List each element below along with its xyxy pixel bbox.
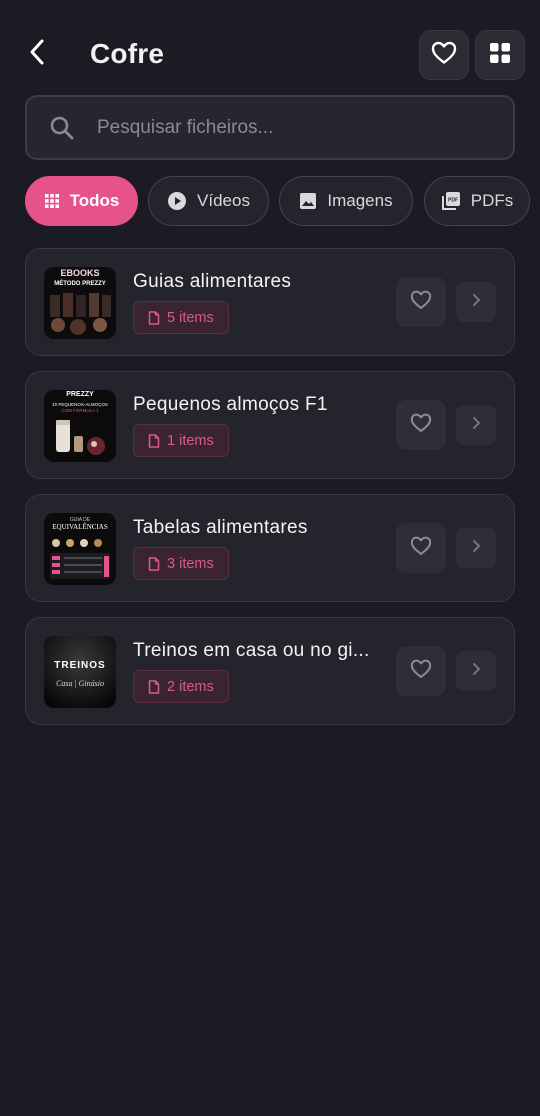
- thumb-text: EQUIVALÊNCIAS: [52, 523, 108, 531]
- vault-screen: Cofre Pesquisar ficheiros... Todos Vídeo…: [0, 0, 540, 1116]
- filter-chip-label: Todos: [69, 191, 120, 210]
- thumb-text: TREINOS: [54, 660, 105, 671]
- grid-view-button[interactable]: [475, 30, 525, 80]
- favorite-button[interactable]: [396, 400, 446, 450]
- search-icon: [49, 115, 75, 141]
- filter-chips: Todos Vídeos Imagens PDF PDFs: [25, 176, 540, 226]
- folder-thumbnail: EBOOKS MÉTODO PREZZY: [44, 267, 116, 339]
- filter-chip-pdfs[interactable]: PDF PDFs: [424, 176, 530, 226]
- play-circle-icon: [167, 191, 187, 211]
- pdf-icon: PDF: [441, 191, 461, 211]
- favorite-button[interactable]: [396, 646, 446, 696]
- item-count: 5 items: [167, 309, 214, 326]
- file-icon: [148, 679, 160, 694]
- heart-icon: [410, 536, 432, 561]
- filter-chip-images[interactable]: Imagens: [279, 176, 413, 226]
- folder-thumbnail: GUIA DE EQUIVALÊNCIAS: [44, 513, 116, 585]
- search-input[interactable]: [97, 116, 477, 139]
- item-count-badge: 5 items: [133, 301, 229, 334]
- folder-card[interactable]: PREZZY 10 PEQUENOS-ALMOÇOS COM FÓRMULA 1…: [25, 371, 515, 479]
- grid-small-icon: [44, 193, 60, 209]
- filter-chip-videos[interactable]: Vídeos: [148, 176, 269, 226]
- filter-chip-label: Imagens: [327, 191, 393, 210]
- thumb-text: 10 PEQUENOS-ALMOÇOS: [52, 402, 108, 407]
- favorite-button[interactable]: [396, 277, 446, 327]
- open-folder-button[interactable]: [456, 405, 496, 445]
- item-count-badge: 2 items: [133, 670, 229, 703]
- item-count: 3 items: [167, 555, 214, 572]
- folder-card[interactable]: GUIA DE EQUIVALÊNCIAS Tabelas alimentare…: [25, 494, 515, 602]
- heart-icon: [410, 290, 432, 315]
- folder-card[interactable]: TREINOS Casa | Ginásio Treinos em casa o…: [25, 617, 515, 725]
- thumb-text: MÉTODO PREZZY: [54, 279, 106, 287]
- open-folder-button[interactable]: [456, 528, 496, 568]
- thumb-text: EBOOKS: [60, 268, 99, 278]
- file-icon: [148, 433, 160, 448]
- back-button[interactable]: [20, 34, 54, 74]
- thumb-text: COM FÓRMULA 1: [61, 407, 99, 413]
- filter-chip-label: PDFs: [470, 191, 514, 210]
- favorite-button[interactable]: [396, 523, 446, 573]
- folder-title: Pequenos almoços F1: [133, 394, 328, 415]
- file-icon: [148, 310, 160, 325]
- heart-icon: [431, 41, 457, 70]
- folder-title: Treinos em casa ou no gi...: [133, 640, 370, 661]
- folder-title: Tabelas alimentares: [133, 517, 308, 538]
- filter-chip-todos[interactable]: Todos: [25, 176, 138, 226]
- chevron-right-icon: [471, 293, 481, 312]
- folder-card[interactable]: EBOOKS MÉTODO PREZZY Guias alimentares 5…: [25, 248, 515, 356]
- item-count-badge: 3 items: [133, 547, 229, 580]
- open-folder-button[interactable]: [456, 282, 496, 322]
- file-icon: [148, 556, 160, 571]
- chevron-left-icon: [28, 38, 46, 71]
- svg-text:PDF: PDF: [448, 198, 458, 204]
- chevron-right-icon: [471, 416, 481, 435]
- favorites-button[interactable]: [419, 30, 469, 80]
- item-count: 1 items: [167, 432, 214, 449]
- grid-icon: [488, 41, 512, 70]
- item-count-badge: 1 items: [133, 424, 229, 457]
- heart-icon: [410, 413, 432, 438]
- folder-thumbnail: TREINOS Casa | Ginásio: [44, 636, 116, 708]
- thumb-text: PREZZY: [66, 391, 94, 398]
- folder-title: Guias alimentares: [133, 271, 292, 292]
- folder-thumbnail: PREZZY 10 PEQUENOS-ALMOÇOS COM FÓRMULA 1: [44, 390, 116, 462]
- item-count: 2 items: [167, 678, 214, 695]
- chevron-right-icon: [471, 539, 481, 558]
- heart-icon: [410, 659, 432, 684]
- thumb-text: Casa | Ginásio: [56, 679, 104, 688]
- chevron-right-icon: [471, 662, 481, 681]
- filter-chip-label: Vídeos: [197, 191, 250, 210]
- image-icon: [299, 192, 317, 210]
- search-bar: [25, 95, 515, 160]
- open-folder-button[interactable]: [456, 651, 496, 691]
- page-title: Cofre: [90, 38, 165, 69]
- app-header: Cofre: [0, 28, 540, 82]
